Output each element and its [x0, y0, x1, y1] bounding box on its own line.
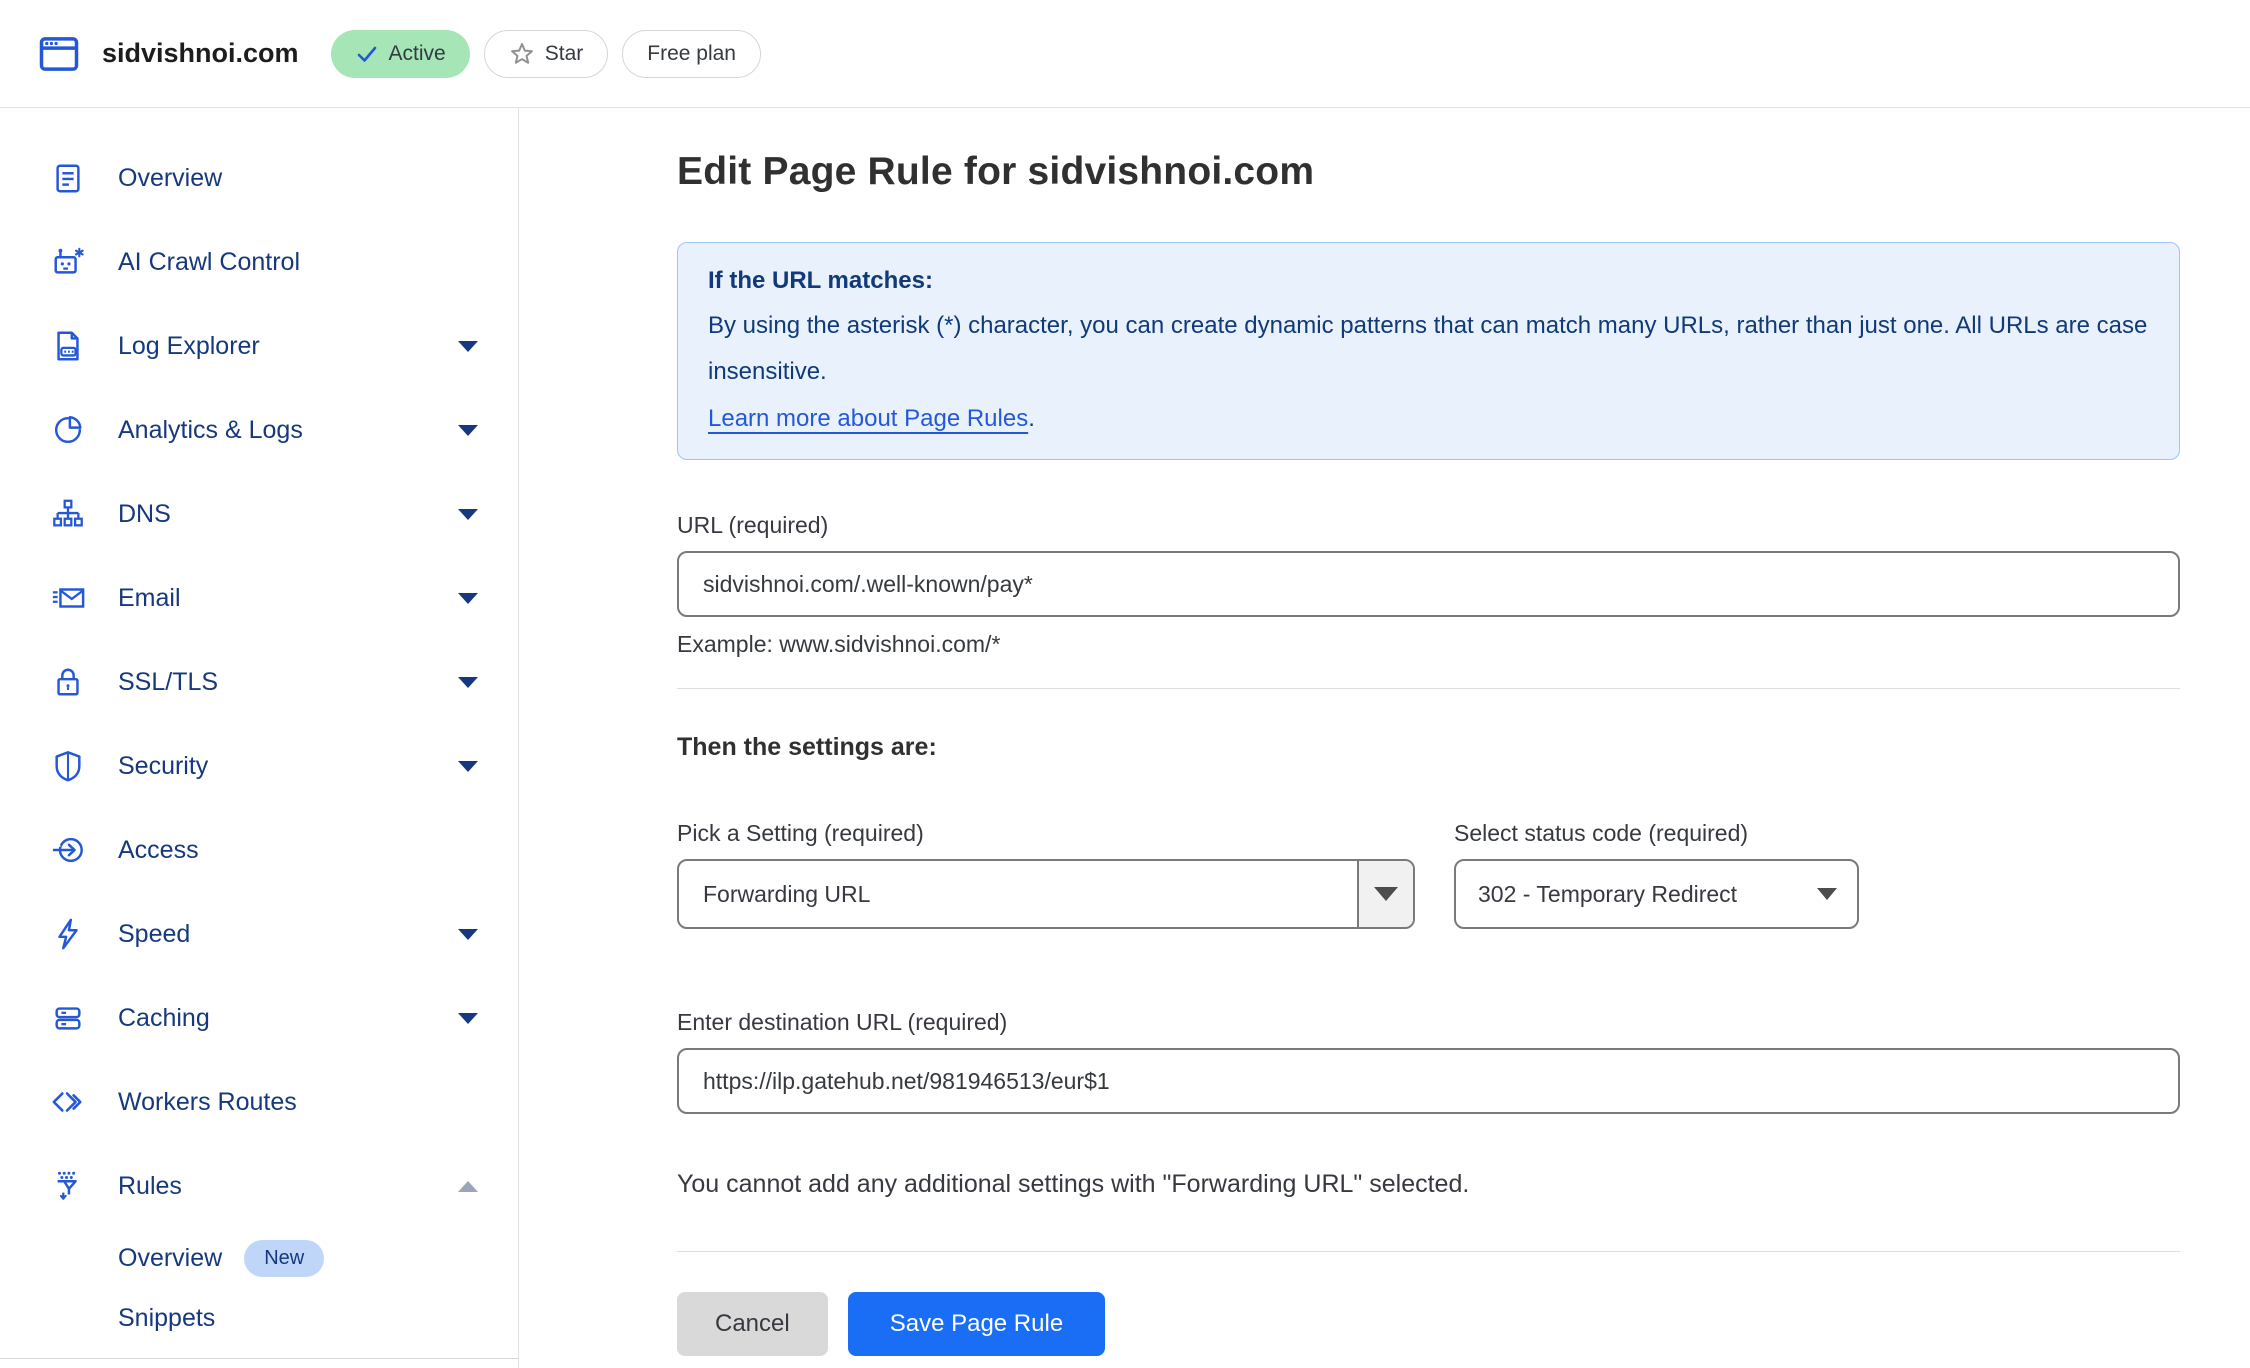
url-match-info-box: If the URL matches: By using the asteris… [677, 242, 2180, 460]
sidebar-item-dns[interactable]: DNS [0, 472, 518, 556]
status-select-value: 302 - Temporary Redirect [1478, 881, 1737, 908]
pie-chart-icon [50, 412, 86, 448]
sidebar-item-overview[interactable]: Overview [0, 136, 518, 220]
chevron-down-icon [458, 929, 478, 940]
sidebar-item-security[interactable]: Security [0, 724, 518, 808]
chevron-down-icon [458, 509, 478, 520]
sidebar-item-log-explorer[interactable]: Log Explorer [0, 304, 518, 388]
status-select-label: Select status code (required) [1454, 820, 1859, 847]
main-content: Edit Page Rule for sidvishnoi.com If the… [519, 108, 2250, 1368]
plan-badge[interactable]: Free plan [622, 30, 761, 78]
page-rules-learn-more-link[interactable]: Learn more about Page Rules [708, 405, 1028, 432]
sidebar-item-rules[interactable]: Rules [0, 1144, 518, 1228]
setting-select-value: Forwarding URL [679, 861, 1357, 927]
overview-icon [50, 160, 86, 196]
url-field-label: URL (required) [677, 512, 2180, 539]
setting-select[interactable]: Forwarding URL [677, 859, 1415, 929]
save-page-rule-button[interactable]: Save Page Rule [848, 1292, 1105, 1356]
browser-window-icon [38, 33, 80, 75]
status-code-select[interactable]: 302 - Temporary Redirect [1454, 859, 1859, 929]
checkmark-icon [355, 42, 379, 66]
network-tree-icon [50, 496, 86, 532]
star-icon [509, 41, 535, 67]
chevron-down-icon [458, 677, 478, 688]
sidebar-item-analytics-logs[interactable]: Analytics & Logs [0, 388, 518, 472]
link-period: . [1028, 405, 1035, 432]
chevron-up-icon [458, 1181, 478, 1192]
chevron-down-icon [1817, 888, 1837, 900]
padlock-icon [50, 664, 86, 700]
actions-divider [677, 1251, 2180, 1252]
log-document-icon [50, 328, 86, 364]
info-box-heading: If the URL matches: [708, 267, 2149, 295]
select-arrow-segment[interactable] [1357, 861, 1413, 927]
info-box-body: By using the asterisk (*) character, you… [708, 303, 2149, 395]
sidebar-item-speed[interactable]: Speed [0, 892, 518, 976]
settings-heading: Then the settings are: [677, 733, 2180, 762]
chevron-down-icon [458, 761, 478, 772]
page: sidvishnoi.com Active Star Free plan [0, 0, 2250, 1368]
page-title: Edit Page Rule for sidvishnoi.com [677, 150, 2180, 194]
setting-select-label: Pick a Setting (required) [677, 820, 1415, 847]
server-stack-icon [50, 1000, 86, 1036]
status-badge-active: Active [331, 30, 470, 78]
new-badge: New [244, 1240, 324, 1277]
destination-url-label: Enter destination URL (required) [677, 1009, 2180, 1036]
chevron-down-icon [458, 341, 478, 352]
chevron-down-icon [458, 593, 478, 604]
sidebar-item-caching[interactable]: Caching [0, 976, 518, 1060]
robot-icon [50, 244, 86, 280]
access-arrow-icon [50, 832, 86, 868]
shield-icon [50, 748, 86, 784]
sidebar-item-ssl-tls[interactable]: SSL/TLS [0, 640, 518, 724]
chevron-down-icon [458, 425, 478, 436]
destination-url-input[interactable] [677, 1048, 2180, 1114]
sidebar-item-rules-overview[interactable]: Overview New [0, 1228, 518, 1288]
forwarding-url-note: You cannot add any additional settings w… [677, 1170, 2180, 1199]
sidebar-item-access[interactable]: Access [0, 808, 518, 892]
chevron-down-icon [1374, 887, 1398, 901]
site-title: sidvishnoi.com [102, 38, 299, 69]
sidebar-item-email[interactable]: Email [0, 556, 518, 640]
sidebar-divider [0, 1358, 518, 1359]
code-brackets-icon [50, 1084, 86, 1120]
sidebar-item-rules-snippets[interactable]: Snippets [0, 1288, 518, 1348]
url-input[interactable] [677, 551, 2180, 617]
star-button[interactable]: Star [484, 30, 609, 78]
funnel-icon [50, 1168, 86, 1204]
site-header: sidvishnoi.com Active Star Free plan [0, 0, 2250, 108]
cancel-button[interactable]: Cancel [677, 1292, 828, 1356]
lightning-icon [50, 916, 86, 952]
email-icon [50, 580, 86, 616]
chevron-down-icon [458, 1013, 478, 1024]
sidebar-item-ai-crawl-control[interactable]: AI Crawl Control [0, 220, 518, 304]
section-divider [677, 688, 2180, 689]
url-example-text: Example: www.sidvishnoi.com/* [677, 631, 2180, 658]
sidebar-nav: Overview [0, 108, 519, 1368]
sidebar-item-workers-routes[interactable]: Workers Routes [0, 1060, 518, 1144]
